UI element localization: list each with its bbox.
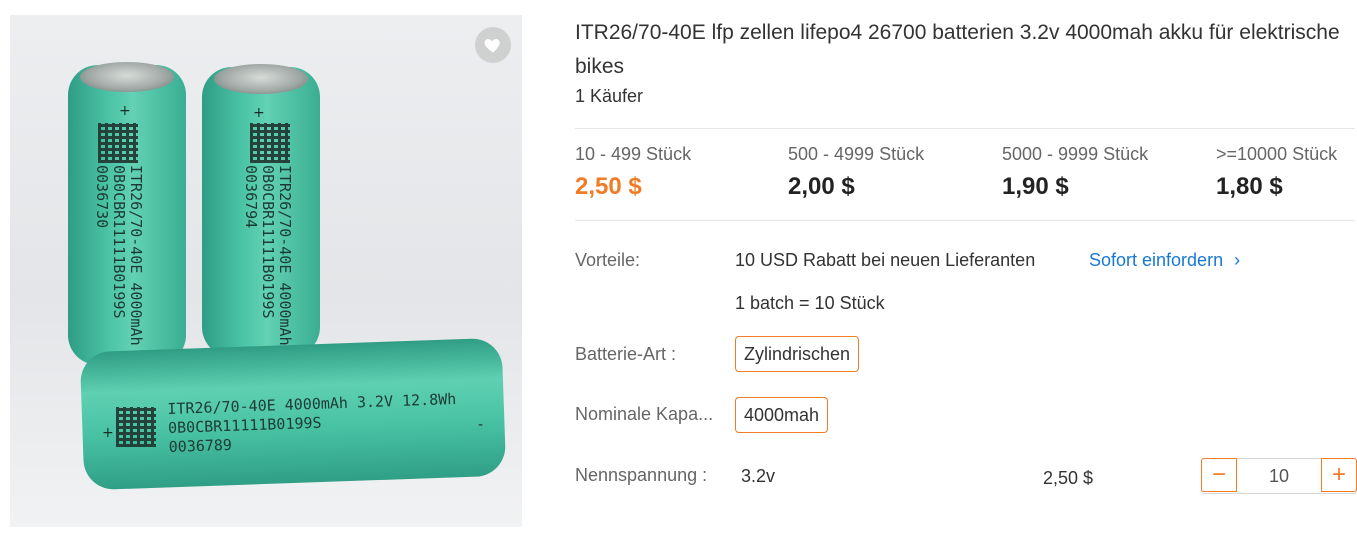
cell-2-label: ITR26/70-40E 4000mAh 3 0B0CBR11111B0199S… [242, 165, 294, 364]
cell-3-minus-mark: - [478, 417, 484, 433]
cell-3-label: ITR26/70-40E 4000mAh 3.2V 12.8Wh 0B0CBR1… [167, 389, 457, 457]
divider-top [575, 128, 1355, 129]
tier-range: 500 - 4999 Stück [788, 144, 925, 164]
voltage-label: Nennspannung : [575, 465, 708, 485]
product-title: ITR26/70-40E lfp zellen lifepo4 26700 ba… [575, 21, 1340, 78]
variant-price: 2,50 $ [1043, 468, 1094, 488]
voltage-value: 3.2v [741, 466, 776, 486]
benefits-text: 10 USD Rabatt bei neuen Lieferanten [735, 250, 1036, 270]
tier-price: 1,80 $ [1216, 173, 1283, 200]
benefits-label: Vorteile: [575, 250, 641, 270]
cell-3-plus-mark: + [102, 425, 114, 441]
divider-middle [575, 220, 1355, 221]
battery-cap-2 [214, 64, 308, 94]
chevron-right-icon: › [1234, 250, 1241, 270]
product-image: + ITR26/70-40E 4000mAh 3. 0B0CBR11111B01… [10, 15, 522, 527]
battery-type-option[interactable]: Zylindrischen [735, 336, 860, 372]
capacity-label: Nominale Kapa... [575, 404, 714, 424]
price-tier-2: 500 - 4999 Stück 2,00 $ [788, 144, 924, 201]
tier-price: 2,50 $ [575, 173, 642, 200]
cell-1-label: ITR26/70-40E 4000mAh 3. 0B0CBR11111B0199… [93, 165, 145, 373]
quantity-increase-button[interactable]: + [1321, 458, 1357, 492]
cell-2-qr-code [250, 123, 290, 163]
cell-3-qr-code [116, 407, 156, 447]
price-tier-1: 10 - 499 Stück 2,50 $ [575, 144, 691, 201]
heart-icon [484, 39, 500, 53]
quantity-input[interactable] [1237, 459, 1321, 493]
price-tier-4: >=10000 Stück 1,80 $ [1216, 144, 1337, 201]
tier-range: 5000 - 9999 Stück [1002, 144, 1149, 164]
battery-cap-1 [80, 62, 174, 92]
buyers-count: 1 Käufer [575, 86, 644, 106]
tier-price: 2,00 $ [788, 173, 855, 200]
tier-range: 10 - 499 Stück [575, 144, 692, 164]
cell-2-plus-mark: + [253, 105, 265, 121]
quantity-stepper: − + [1201, 458, 1357, 494]
quantity-decrease-button[interactable]: − [1201, 458, 1237, 492]
cell-1-plus-mark: + [119, 103, 131, 119]
favorite-button[interactable] [475, 27, 511, 63]
claim-now-label: Sofort einfordern [1089, 250, 1224, 270]
claim-now-link[interactable]: Sofort einfordern › [1089, 250, 1240, 271]
batch-info: 1 batch = 10 Stück [735, 293, 885, 313]
cell-1-qr-code [98, 123, 138, 163]
battery-type-label: Batterie-Art : [575, 344, 677, 364]
capacity-option[interactable]: 4000mah [735, 397, 829, 433]
tier-price: 1,90 $ [1002, 173, 1069, 200]
price-tier-3: 5000 - 9999 Stück 1,90 $ [1002, 144, 1148, 201]
tier-range: >=10000 Stück [1216, 144, 1338, 164]
